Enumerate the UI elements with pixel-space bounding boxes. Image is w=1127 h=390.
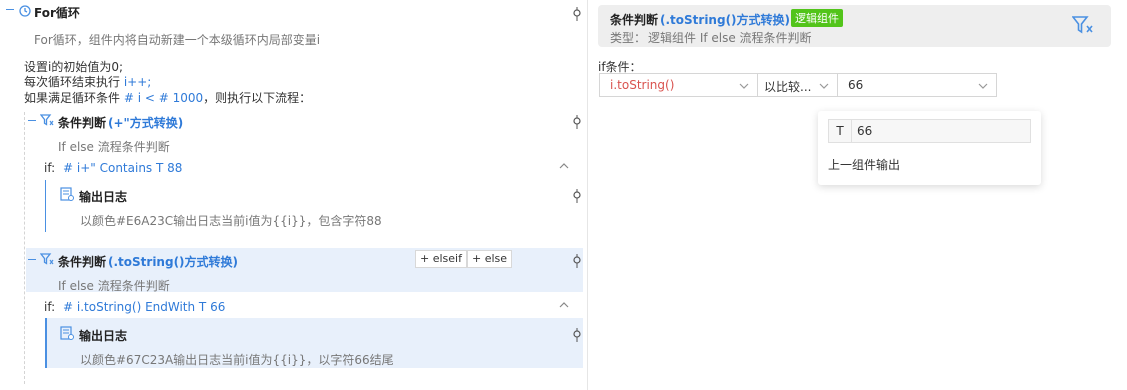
type-value: 逻辑组件 If else 流程条件判断 (648, 31, 812, 45)
pin-icon[interactable] (572, 254, 582, 268)
pin-icon[interactable] (572, 7, 582, 21)
pin-icon[interactable] (572, 189, 582, 203)
log-title: 输出日志 (79, 190, 128, 204)
log-text: 以颜色#E6A23C输出日志当前i值为{{i}}，包含字符88 (80, 214, 382, 228)
header-title: 条件判断 (610, 13, 659, 27)
condition-title: 条件判断 (58, 116, 107, 130)
condition-suffix: ，则执行以下流程： (203, 91, 312, 105)
add-else-button[interactable]: + else (467, 250, 513, 268)
condition-title: 条件判断 (58, 255, 107, 269)
if-label: if: (44, 300, 56, 314)
dropdown-option-previous-output[interactable]: 上一组件输出 (828, 156, 900, 173)
chevron-up-icon[interactable] (559, 160, 569, 174)
if-branch-2[interactable]: if: # i.toString() EndWith T 66 (44, 300, 225, 314)
condition-expression: # i < # 1000 (123, 91, 204, 105)
type-label: 类型： (610, 31, 647, 45)
loop-body-line (24, 112, 25, 384)
text-type-tag[interactable]: T (829, 120, 852, 142)
dropdown-input-row[interactable]: T 66 (828, 119, 1031, 143)
properties-header: 条件判断 (.toString()方式转换) 逻辑组件 类型： 逻辑组件 If … (598, 5, 1111, 47)
log-title: 输出日志 (79, 329, 128, 343)
operator-value: 以比较... (764, 80, 812, 94)
left-panel: For循环 For循环，组件内将自动新建一个本级循环内局部变量i 设置i的初始值… (0, 0, 588, 390)
filter-icon (39, 253, 54, 269)
for-loop-condition: 如果满足循环条件 # i < # 1000，则执行以下流程： (24, 89, 311, 106)
pin-icon[interactable] (572, 328, 582, 342)
chevron-up-icon[interactable] (559, 299, 569, 313)
right-panel: 条件判断 (.toString()方式转换) 逻辑组件 类型： 逻辑组件 If … (588, 0, 1127, 390)
chevron-down-icon (978, 80, 988, 94)
condition-title-suffix: (.toString()方式转换) (108, 255, 239, 269)
filter-icon (1071, 16, 1094, 39)
filter-icon (39, 114, 54, 130)
right-operand-select[interactable]: 66 (837, 73, 997, 97)
log-branch-line (45, 318, 47, 368)
for-loop-title: For循环 (34, 6, 80, 20)
collapse-icon[interactable] (28, 259, 36, 260)
if-expression: # i+" Contains T 88 (63, 161, 183, 175)
for-loop-description: For循环，组件内将自动新建一个本级循环内局部变量i (34, 33, 321, 47)
header-title-suffix: (.toString()方式转换) (660, 13, 791, 27)
log-icon (60, 326, 74, 343)
collapse-icon[interactable] (28, 120, 36, 121)
condition-prefix: 如果满足循环条件 (24, 91, 121, 105)
chevron-down-icon (819, 80, 829, 94)
if-branch-1[interactable]: if: # i+" Contains T 88 (44, 161, 182, 175)
if-expression: # i.toString() EndWith T 66 (63, 300, 226, 314)
operator-select[interactable]: 以比较... (757, 73, 838, 97)
collapse-icon[interactable] (6, 9, 14, 10)
component-type-badge: 逻辑组件 (791, 9, 843, 27)
dropdown-input-value[interactable]: 66 (857, 124, 872, 138)
condition-subtitle: If else 流程条件判断 (58, 279, 170, 293)
step-prefix: 每次循环结束执行 (24, 75, 121, 89)
condition-subtitle: If else 流程条件判断 (58, 140, 170, 154)
chevron-down-icon (739, 80, 749, 94)
pin-icon[interactable] (572, 115, 582, 129)
step-expression: i++; (123, 75, 152, 89)
for-loop-step: 每次循环结束执行 i++; (24, 73, 151, 90)
condition-title-suffix: (+"方式转换) (108, 116, 184, 130)
left-operand-value: i.toString() (610, 78, 675, 92)
add-elseif-button[interactable]: + elseif (415, 250, 467, 268)
operand-dropdown: T 66 上一组件输出 (818, 111, 1041, 185)
condition-node-1[interactable]: 条件判断 (+"方式转换) (28, 112, 583, 132)
log-icon (60, 187, 74, 204)
if-label: if: (44, 161, 56, 175)
left-operand-select[interactable]: i.toString() (599, 73, 758, 97)
right-operand-value: 66 (848, 78, 864, 92)
loop-icon (18, 4, 32, 18)
log-branch-line (45, 180, 46, 232)
log-text: 以颜色#67C23A输出日志当前i值为{{i}}，以字符66结尾 (80, 353, 394, 367)
